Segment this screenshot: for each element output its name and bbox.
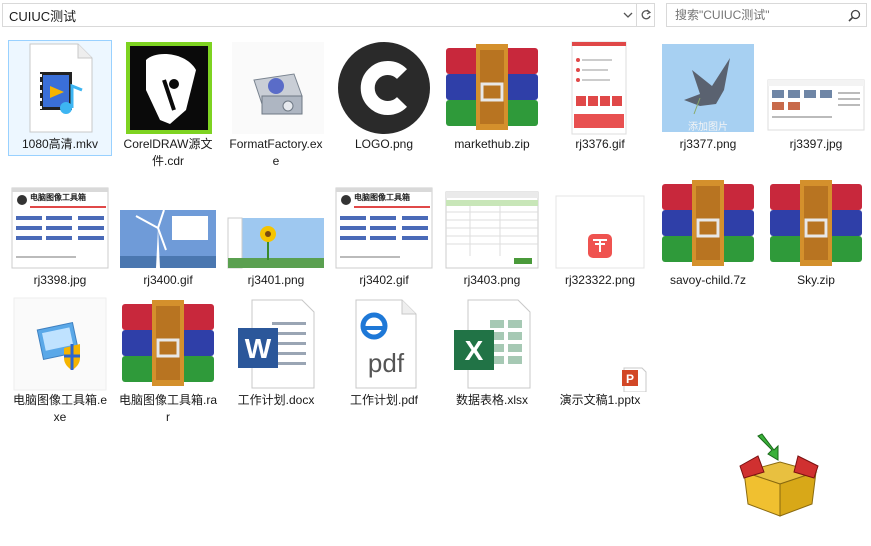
search-box[interactable] bbox=[666, 3, 867, 27]
file-item[interactable]: X 数据表格.xlsx bbox=[440, 296, 544, 409]
file-name: FormatFactory.exe bbox=[229, 137, 323, 168]
file-item[interactable]: rj3401.png bbox=[224, 176, 328, 289]
red-app-icon-thumbnail bbox=[548, 176, 652, 272]
file-name: 演示文稿1.pptx bbox=[559, 393, 641, 407]
file-item[interactable]: 电脑图像工具箱 rj3402.gif bbox=[332, 176, 436, 289]
software-screenshot-thumbnail: 电脑图像工具箱 bbox=[332, 176, 436, 272]
file-item[interactable]: LOGO.png bbox=[332, 40, 436, 153]
search-icon[interactable] bbox=[842, 9, 866, 22]
file-name: 电脑图像工具箱.exe bbox=[12, 393, 107, 424]
refresh-button[interactable] bbox=[637, 3, 655, 27]
file-name: savoy-child.7z bbox=[669, 273, 747, 287]
excel-letter: X bbox=[465, 335, 484, 366]
file-item[interactable]: savoy-child.7z bbox=[656, 176, 760, 289]
pigeon-caption: 添加图片 bbox=[688, 122, 728, 133]
winrar-archive-icon bbox=[440, 40, 544, 136]
file-name: rj3400.gif bbox=[143, 273, 193, 287]
file-item[interactable]: rj3400.gif bbox=[116, 176, 220, 289]
file-item[interactable]: 1080高清.mkv bbox=[8, 40, 112, 153]
file-item[interactable]: rj3376.gif bbox=[548, 40, 652, 153]
excel-document-icon: X bbox=[440, 296, 544, 392]
file-name: 数据表格.xlsx bbox=[455, 393, 528, 407]
file-name: 1080高清.mkv bbox=[21, 137, 99, 151]
file-name: 工作计划.docx bbox=[237, 393, 315, 407]
ppt-letter: P bbox=[626, 372, 634, 386]
coreldraw-file-icon bbox=[116, 40, 220, 136]
address-path[interactable]: CUIUC测试 bbox=[3, 6, 620, 25]
file-item[interactable]: FormatFactory.exe bbox=[224, 40, 328, 170]
powerpoint-document-icon: P bbox=[548, 296, 652, 393]
pdf-document-icon: pdf bbox=[332, 296, 436, 392]
file-item[interactable]: W 工作计划.docx bbox=[224, 296, 328, 409]
file-item[interactable]: 电脑图像工具箱.exe bbox=[8, 296, 112, 426]
file-name: rj3402.gif bbox=[359, 273, 409, 287]
file-name: CorelDRAW源文件.cdr bbox=[123, 137, 213, 168]
file-name: rj3403.png bbox=[463, 273, 521, 287]
mkv-video-file-icon bbox=[8, 40, 112, 136]
software-screenshot-thumbnail: 电脑图像工具箱 bbox=[8, 176, 112, 272]
file-item[interactable]: rj3397.jpg bbox=[764, 40, 868, 153]
file-item[interactable]: 添加图片 rj3377.png bbox=[656, 40, 760, 153]
address-bar[interactable]: CUIUC测试 bbox=[2, 3, 637, 27]
file-item[interactable]: 电脑图像工具箱.rar bbox=[116, 296, 220, 426]
file-item[interactable]: rj3403.png bbox=[440, 176, 544, 289]
search-input[interactable] bbox=[667, 8, 842, 22]
file-name: 工作计划.pdf bbox=[349, 393, 419, 407]
file-name: markethub.zip bbox=[454, 137, 530, 151]
winrar-archive-icon bbox=[656, 176, 760, 272]
file-item[interactable]: CorelDRAW源文件.cdr bbox=[116, 40, 220, 170]
file-item[interactable]: Sky.zip bbox=[764, 176, 868, 289]
logo-c-icon bbox=[332, 40, 436, 136]
file-name: Sky.zip bbox=[797, 273, 835, 287]
winrar-archive-icon bbox=[764, 176, 868, 272]
word-letter: W bbox=[245, 333, 272, 364]
file-item[interactable]: rj323322.png bbox=[548, 176, 652, 289]
file-item[interactable]: markethub.zip bbox=[440, 40, 544, 153]
file-item[interactable]: pdf 工作计划.pdf bbox=[332, 296, 436, 409]
sunflower-desktop-thumbnail bbox=[224, 176, 328, 272]
file-name: rj323322.png bbox=[564, 273, 636, 287]
winrar-archive-icon bbox=[116, 296, 220, 392]
chevron-down-icon[interactable] bbox=[620, 4, 636, 26]
file-name: rj3398.jpg bbox=[33, 273, 87, 287]
pigeon-photo-thumbnail: 添加图片 bbox=[656, 40, 760, 136]
file-item[interactable]: 电脑图像工具箱 rj3398.jpg bbox=[8, 176, 112, 289]
open-box-icon bbox=[738, 432, 820, 518]
mobile-screenshot-thumbnail bbox=[548, 40, 652, 136]
file-name: rj3397.jpg bbox=[789, 137, 843, 151]
installer-exe-icon bbox=[8, 296, 112, 392]
top-bar: CUIUC测试 bbox=[0, 0, 871, 30]
file-item[interactable]: P 演示文稿1.pptx bbox=[548, 296, 652, 409]
thumb-app-title: 电脑图像工具箱 bbox=[30, 193, 86, 202]
file-name: 电脑图像工具箱.rar bbox=[119, 393, 218, 424]
file-name: rj3377.png bbox=[679, 137, 737, 151]
file-name: LOGO.png bbox=[354, 137, 414, 151]
formatfactory-app-icon bbox=[224, 40, 328, 136]
wind-turbine-thumbnail bbox=[116, 176, 220, 272]
thumb-app-title: 电脑图像工具箱 bbox=[354, 193, 410, 202]
pdf-letters: pdf bbox=[368, 348, 405, 378]
spreadsheet-screenshot-thumbnail bbox=[440, 176, 544, 272]
word-document-icon: W bbox=[224, 296, 328, 392]
file-name: rj3401.png bbox=[247, 273, 305, 287]
webpage-screenshot-thumbnail bbox=[764, 40, 868, 136]
file-name: rj3376.gif bbox=[575, 137, 625, 151]
refresh-icon bbox=[641, 9, 651, 20]
